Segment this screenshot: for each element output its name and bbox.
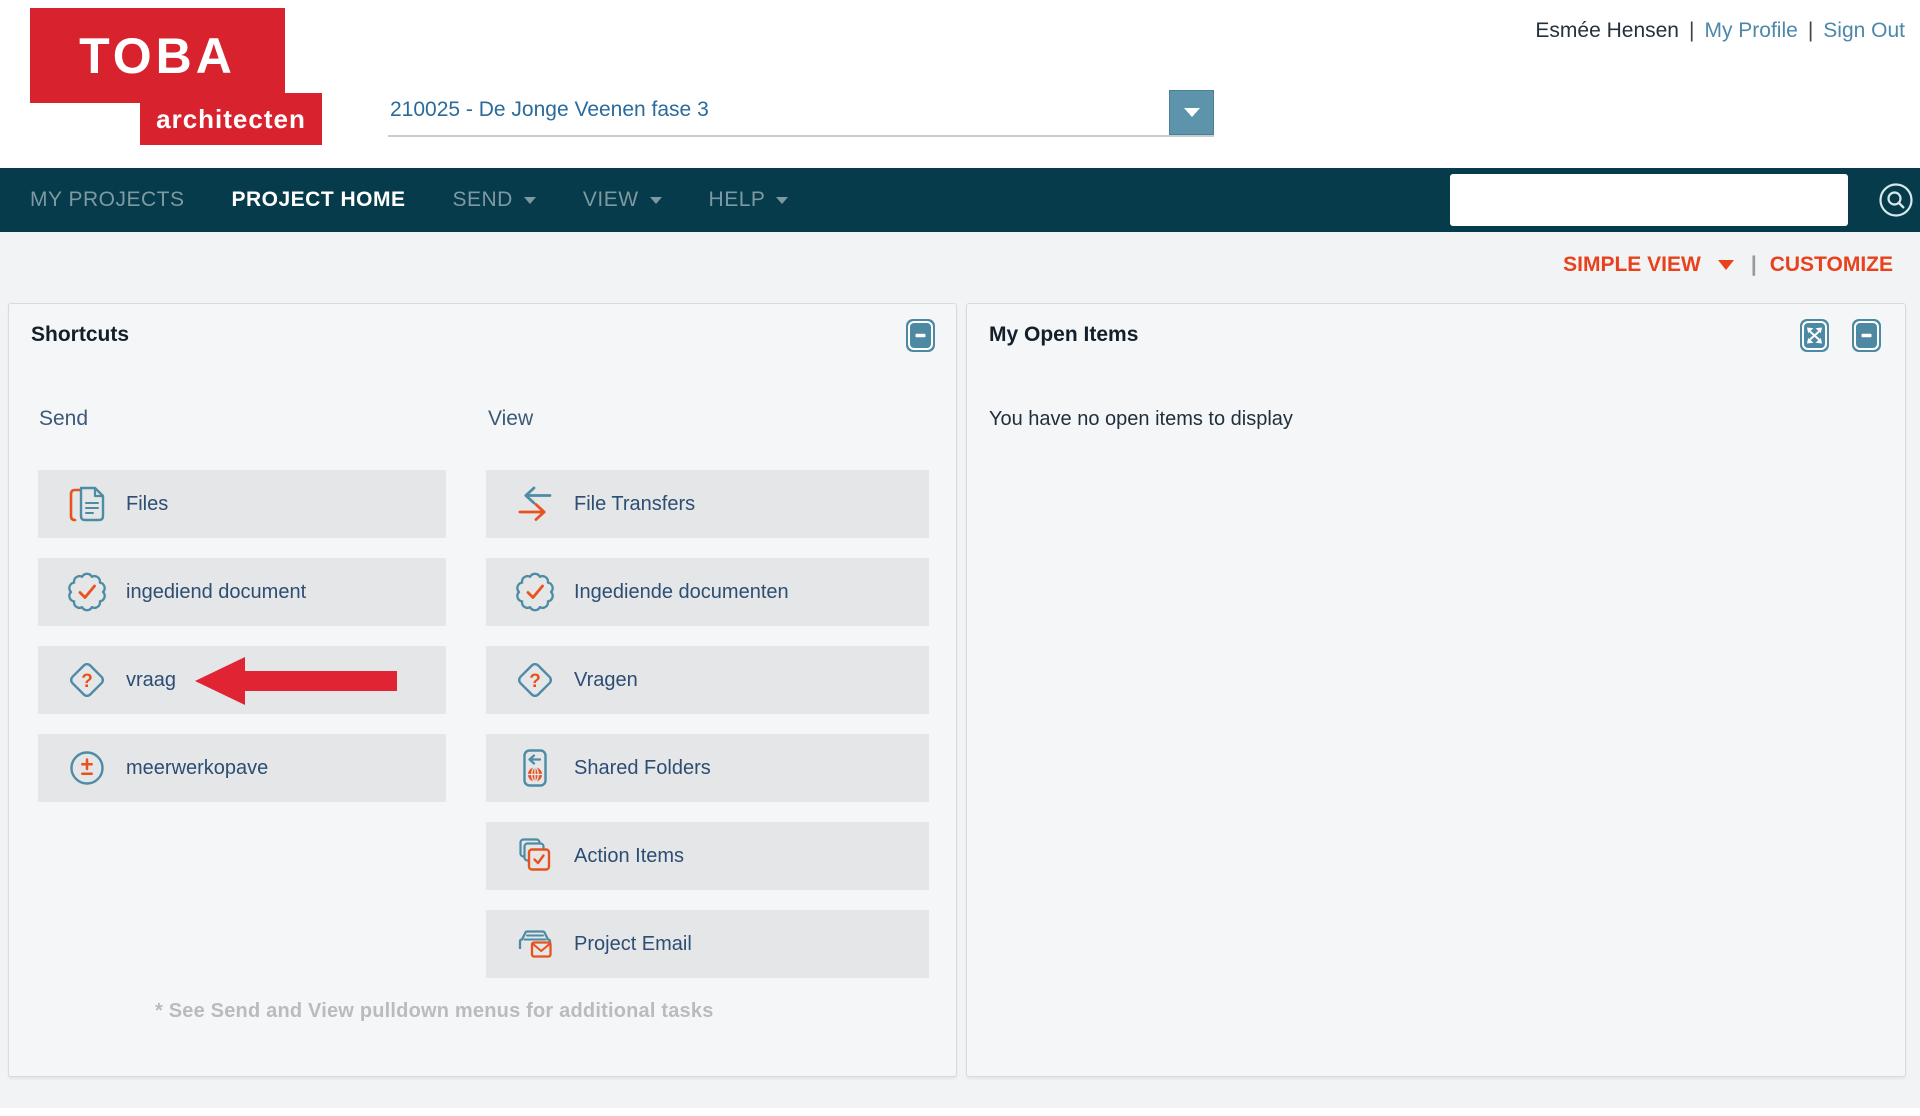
red-arrow-annotation: [195, 657, 397, 705]
shared-folder-icon: [513, 746, 557, 790]
shortcut-label: Ingediende documenten: [574, 580, 789, 603]
shortcut-label: vraag: [126, 668, 177, 691]
send-section-heading: Send: [39, 407, 89, 430]
shortcuts-footnote: * See Send and View pulldown menus for a…: [155, 1000, 714, 1022]
shortcut-view-shared-folders[interactable]: Shared Folders: [486, 734, 929, 802]
svg-text:?: ?: [81, 671, 93, 692]
shortcut-view-project-email[interactable]: Project Email: [486, 910, 929, 978]
nav-send-menu[interactable]: SEND: [453, 188, 536, 212]
nav-help-label: HELP: [708, 188, 766, 211]
nav-view-menu[interactable]: VIEW: [583, 188, 662, 212]
shortcut-label: Vragen: [574, 668, 638, 691]
nav-view-label: VIEW: [582, 188, 639, 211]
shortcut-label: Project Email: [574, 932, 692, 955]
shortcut-label: File Transfers: [574, 492, 696, 515]
search-button[interactable]: [1876, 180, 1916, 220]
shortcut-view-file-transfers[interactable]: File Transfers: [486, 470, 929, 538]
shortcuts-panel: Shortcuts Send View Files ingediend docu: [8, 303, 957, 1077]
minimize-icon: [908, 321, 933, 350]
files-icon: [65, 482, 109, 526]
user-name: Esmée Hensen: [1535, 19, 1679, 42]
shortcuts-panel-title: Shortcuts: [31, 323, 130, 346]
chevron-down-icon: [649, 196, 662, 204]
view-section-heading: View: [488, 407, 534, 430]
nav-project-home[interactable]: PROJECT HOME: [231, 188, 405, 212]
simple-view-selector[interactable]: SIMPLE VIEW: [1563, 253, 1701, 277]
user-links: Esmée Hensen | My Profile | Sign Out: [1535, 19, 1905, 43]
logo-text-line1: TOBA: [79, 27, 236, 84]
chevron-down-icon: [523, 196, 536, 204]
main-navbar: MY PROJECTS PROJECT HOME SEND VIEW HELP: [0, 168, 1920, 232]
separator: |: [1688, 19, 1695, 42]
customize-link[interactable]: CUSTOMIZE: [1770, 253, 1893, 277]
project-dropdown-button[interactable]: [1169, 90, 1214, 135]
shortcut-view-vragen[interactable]: ? Vragen: [486, 646, 929, 714]
question-diamond-icon: ?: [513, 658, 557, 702]
view-toolbar: SIMPLE VIEW | CUSTOMIZE: [1563, 253, 1893, 277]
project-selector-value: 210025 - De Jonge Veenen fase 3: [390, 98, 709, 121]
open-items-empty-message: You have no open items to display: [989, 408, 1293, 430]
nav-my-projects-label: MY PROJECTS: [30, 188, 185, 211]
chevron-down-icon[interactable]: [1717, 260, 1734, 270]
minimize-icon: [1854, 321, 1879, 350]
shortcut-label: Action Items: [574, 844, 685, 867]
shortcut-view-ingediende-documenten[interactable]: Ingediende documenten: [486, 558, 929, 626]
action-items-icon: [513, 834, 557, 878]
my-open-items-title: My Open Items: [989, 323, 1139, 346]
logo-main-block: TOBA: [30, 8, 285, 103]
separator: |: [1807, 19, 1814, 42]
separator: |: [1750, 253, 1757, 276]
chevron-down-icon: [1183, 108, 1200, 117]
minimize-panel-button[interactable]: [1852, 319, 1881, 352]
nav-help-menu[interactable]: HELP: [709, 188, 789, 212]
toba-logo: TOBA architecten: [30, 8, 350, 148]
expand-icon: [1802, 321, 1827, 350]
my-profile-link[interactable]: My Profile: [1704, 19, 1797, 43]
chevron-down-icon: [776, 196, 789, 204]
minimize-panel-button[interactable]: [906, 319, 935, 352]
transfer-arrows-icon: [513, 482, 557, 526]
project-email-icon: [513, 922, 557, 966]
shortcut-send-files[interactable]: Files: [38, 470, 446, 538]
question-diamond-icon: ?: [65, 658, 109, 702]
nav-my-projects[interactable]: MY PROJECTS: [30, 188, 184, 212]
logo-text-line2: architecten: [156, 103, 306, 134]
plus-minus-circle-icon: [65, 746, 109, 790]
seal-check-icon: [65, 570, 109, 614]
shortcut-label: Files: [126, 492, 169, 515]
shortcut-send-ingediend-document[interactable]: ingediend document: [38, 558, 446, 626]
nav-project-home-label: PROJECT HOME: [231, 188, 406, 211]
shortcut-label: ingediend document: [126, 580, 307, 603]
sign-out-link[interactable]: Sign Out: [1823, 19, 1905, 43]
expand-panel-button[interactable]: [1800, 319, 1829, 352]
shortcut-label: meerwerkopave: [126, 756, 269, 779]
my-open-items-panel: My Open Items You have no open items to …: [966, 303, 1906, 1077]
logo-sub-block: architecten: [140, 93, 322, 145]
shortcut-view-action-items[interactable]: Action Items: [486, 822, 929, 890]
search-input[interactable]: [1450, 174, 1848, 226]
shortcut-send-meerwerkopave[interactable]: meerwerkopave: [38, 734, 446, 802]
seal-check-icon: [513, 570, 557, 614]
nav-send-label: SEND: [452, 188, 513, 211]
search-icon: [1879, 183, 1913, 217]
shortcut-label: Shared Folders: [574, 756, 711, 779]
project-selector[interactable]: 210025 - De Jonge Veenen fase 3: [388, 90, 1214, 137]
svg-text:?: ?: [529, 671, 541, 692]
